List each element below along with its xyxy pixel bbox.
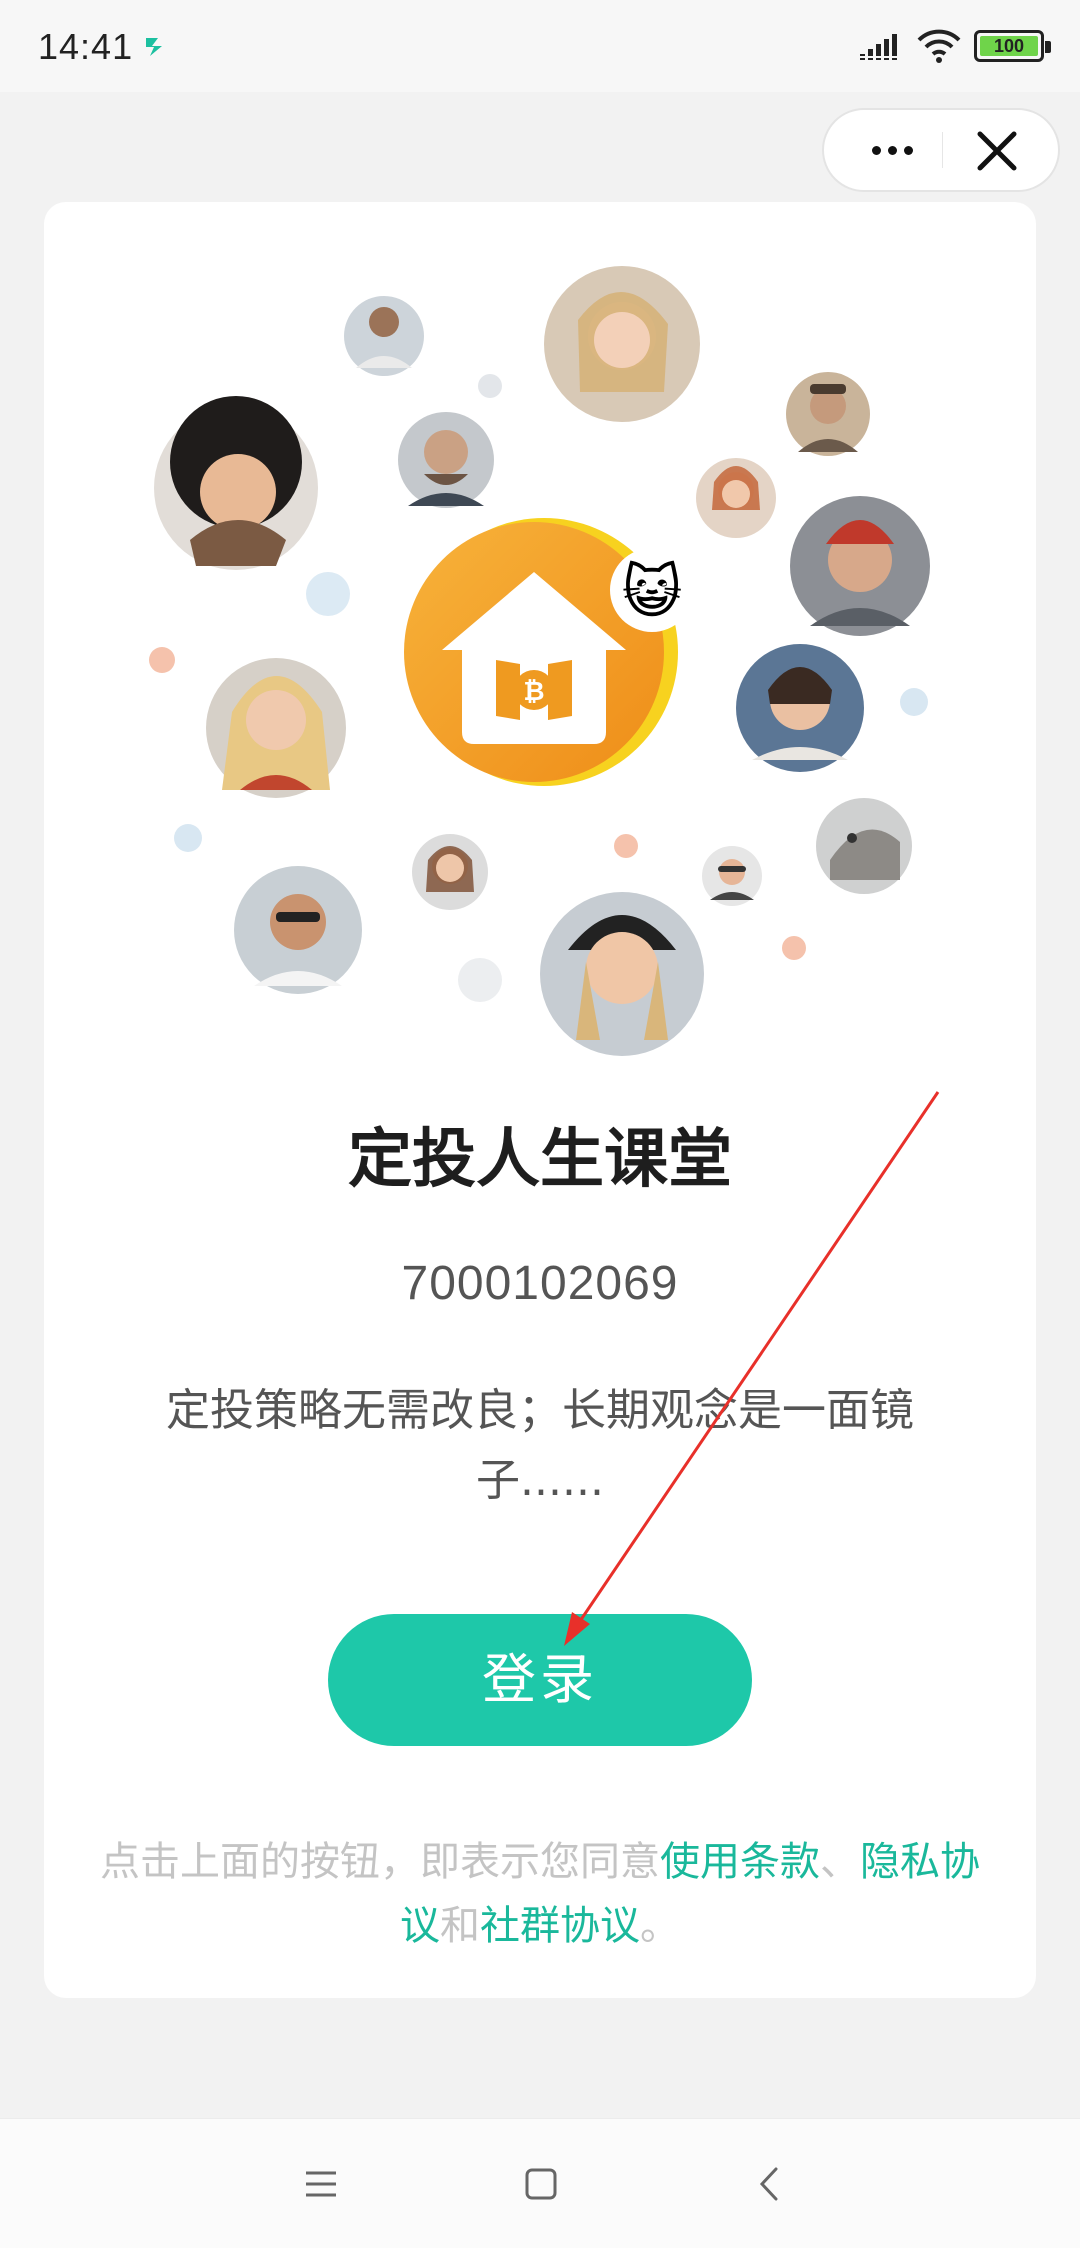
avatar bbox=[234, 866, 362, 994]
deco-dot bbox=[478, 374, 502, 398]
avatar bbox=[398, 412, 494, 508]
back-icon[interactable] bbox=[746, 2159, 796, 2209]
bitcoin-icon: ₿ bbox=[523, 677, 544, 707]
agreement-and: 和 bbox=[440, 1903, 480, 1949]
community-link[interactable]: 社群协议 bbox=[480, 1903, 640, 1949]
deco-dot bbox=[174, 824, 202, 852]
avatar bbox=[540, 892, 704, 1056]
avatar bbox=[544, 266, 700, 422]
page-title: 定投人生课堂 bbox=[348, 1123, 732, 1197]
group-description: 定投策略无需改良；长期观念是一面镜子...... bbox=[166, 1385, 914, 1506]
avatar bbox=[786, 372, 870, 456]
avatar bbox=[790, 496, 930, 636]
deco-dot bbox=[458, 958, 502, 1002]
avatar bbox=[696, 458, 776, 538]
agreement-separator: 、 bbox=[820, 1839, 860, 1885]
cat-emoji-icon: 😺 bbox=[610, 548, 694, 632]
login-button[interactable]: 登录 bbox=[328, 1614, 752, 1746]
svg-text:😺: 😺 bbox=[622, 558, 682, 626]
deco-dot bbox=[782, 936, 806, 960]
agreement-prefix: 点击上面的按钮，即表示您同意 bbox=[100, 1839, 660, 1885]
terms-link[interactable]: 使用条款 bbox=[660, 1839, 820, 1885]
avatar bbox=[702, 846, 762, 906]
avatar bbox=[206, 658, 346, 798]
group-id: 7000102069 bbox=[401, 1257, 679, 1310]
community-illustration: ₿ 😺 bbox=[149, 266, 930, 1056]
agreement-text: 点击上面的按钮，即表示您同意使用条款、隐私协议和社群协议。 bbox=[100, 1830, 980, 1958]
home-icon[interactable] bbox=[516, 2159, 566, 2209]
avatar bbox=[344, 296, 424, 376]
deco-dot bbox=[306, 572, 350, 616]
deco-dot bbox=[614, 834, 638, 858]
system-nav-bar bbox=[0, 2118, 1080, 2248]
avatar bbox=[736, 644, 864, 772]
agreement-suffix: 。 bbox=[640, 1903, 680, 1949]
menu-icon[interactable] bbox=[296, 2159, 346, 2209]
avatar bbox=[154, 396, 318, 570]
deco-dot bbox=[149, 647, 175, 673]
avatar bbox=[412, 834, 488, 910]
deco-dot bbox=[900, 688, 928, 716]
avatar bbox=[816, 798, 912, 894]
